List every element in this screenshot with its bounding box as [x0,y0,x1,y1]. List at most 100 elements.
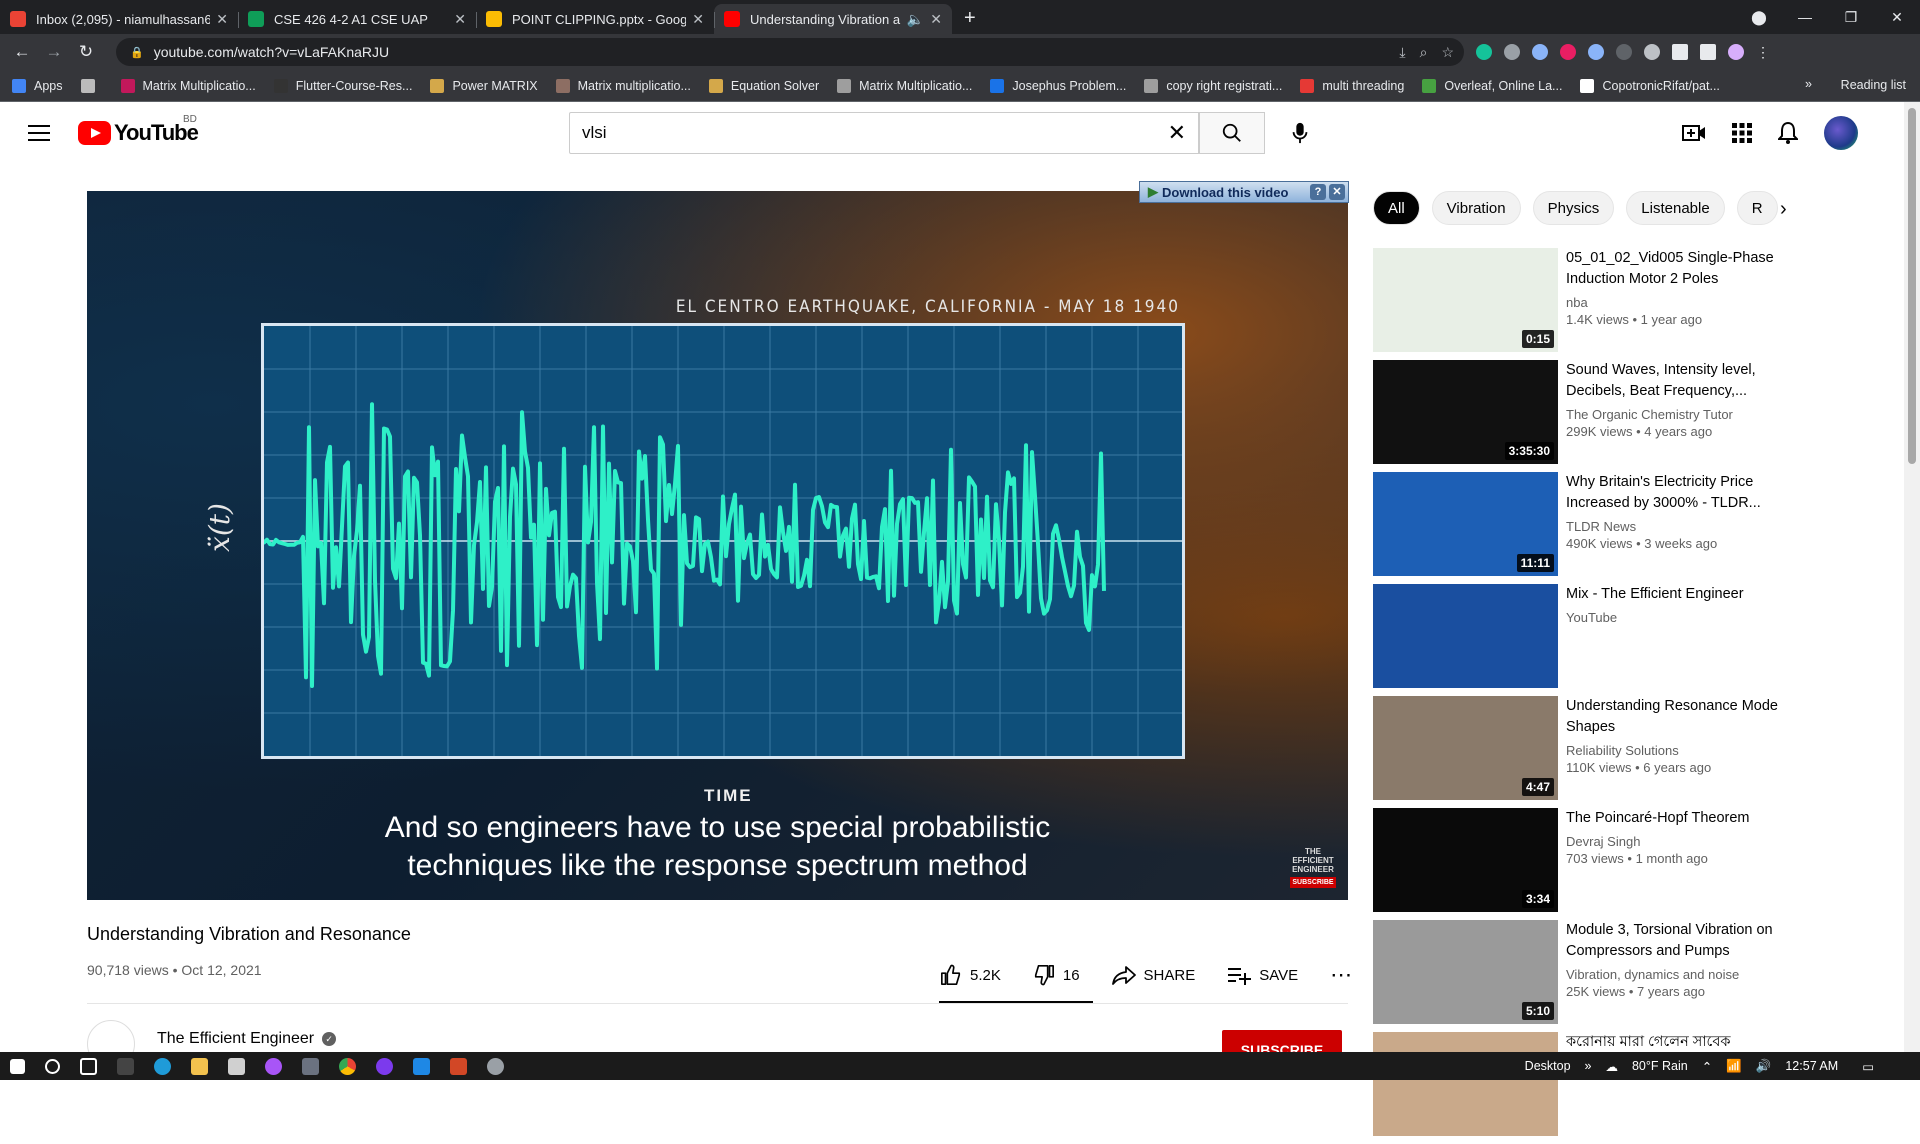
reload-icon[interactable]: ↻ [70,42,102,62]
like-button[interactable]: 5.2K [940,964,1001,986]
desktop-toolbar-label[interactable]: Desktop [1525,1059,1571,1073]
share-button[interactable]: SHARE [1111,965,1195,985]
bookmark-item[interactable]: Power MATRIX [430,78,538,93]
dislike-button[interactable]: 16 [1033,964,1080,986]
channel-name[interactable]: The Efficient Engineer ✓ [157,1030,337,1048]
video-thumbnail[interactable] [1373,1032,1558,1136]
calculator-icon[interactable] [117,1057,134,1075]
forward-icon[interactable]: → [38,42,70,62]
bookmark-item[interactable]: Matrix multiplicatio... [555,78,691,93]
bookmark-item[interactable]: copy right registrati... [1144,78,1282,93]
voice-search-button[interactable] [1282,115,1318,151]
related-video-item[interactable]: 3:34 The Poincaré-Hopf Theorem Devraj Sing… [1373,808,1803,920]
bookmark-item[interactable]: Flutter-Course-Res... [273,78,412,93]
file-explorer-icon[interactable] [191,1057,208,1075]
related-video-item[interactable]: করোনায় মারা গেলেন সাবেক [1373,1032,1803,1144]
video-thumbnail[interactable]: 0:15 [1373,248,1558,352]
help-icon[interactable]: ? [1310,184,1326,200]
pen-extension-icon[interactable] [1644,44,1660,60]
bookmark-item[interactable]: Matrix Multiplicatio... [837,78,972,93]
bookmarks-overflow-icon[interactable]: » [1805,77,1812,91]
filter-chip[interactable]: Vibration [1431,191,1521,225]
related-video-channel[interactable]: Reliability Solutions [1566,743,1796,758]
chevron-right-icon[interactable]: › [1780,198,1787,221]
extension-icon[interactable] [1616,44,1632,60]
filter-chip[interactable]: All [1373,191,1420,225]
close-tab-icon[interactable]: ✕ [216,11,228,28]
bookmark-item[interactable]: Josephus Problem... [990,78,1126,93]
lock-icon[interactable]: 🔒 [130,46,144,59]
media-control-icon[interactable] [1700,44,1716,60]
related-video-title[interactable]: Understanding Resonance Mode Shapes [1566,696,1796,738]
related-video-channel[interactable]: Devraj Singh [1566,834,1796,849]
video-thumbnail[interactable]: 3:35:30 [1373,360,1558,464]
related-video-item[interactable]: 3:35:30 Sound Waves, Intensity level, Dec… [1373,360,1803,472]
extension-icon[interactable] [1560,44,1576,60]
maximize-button[interactable]: ❐ [1828,9,1874,26]
app-icon[interactable] [487,1057,504,1075]
edge-icon[interactable] [154,1057,171,1075]
related-video-channel[interactable]: Vibration, dynamics and noise [1566,967,1796,982]
bookmark-item[interactable]: Matrix Multiplicatio... [120,78,256,93]
page-scrollbar[interactable] [1904,102,1920,1052]
filter-chip[interactable]: Listenable [1626,191,1725,225]
scrollbar-thumb[interactable] [1908,108,1916,464]
save-button[interactable]: SAVE [1227,965,1298,985]
minimize-button[interactable]: — [1782,9,1828,25]
reading-list-button[interactable]: Reading list [1841,78,1906,92]
bookmark-item[interactable]: CopotronicRifat/pat... [1580,78,1720,93]
tray-overflow-icon[interactable]: ⌃ [1702,1059,1712,1074]
bookmark-item[interactable] [80,78,103,93]
related-video-title[interactable]: 05_01_02_Vid005 Single-Phase Induction M… [1566,248,1796,290]
account-avatar[interactable] [1824,116,1858,150]
related-video-item[interactable]: 5:10 Module 3, Torsional Vibration on Com… [1373,920,1803,1032]
powerpoint-icon[interactable] [450,1057,467,1075]
bookmark-item[interactable]: multi threading [1300,78,1404,93]
close-tab-icon[interactable]: ✕ [930,11,942,28]
filter-chip[interactable]: Physics [1532,191,1615,225]
browser-tab[interactable]: CSE 426 4-2 A1 CSE UAP ✕ [238,4,476,34]
bookmark-item[interactable]: Apps [12,78,63,93]
related-video-item[interactable]: Mix - The Efficient Engineer YouTube [1373,584,1803,696]
video-player[interactable]: EL CENTRO EARTHQUAKE, CALIFORNIA - MAY 1… [87,191,1348,900]
github-desktop-icon[interactable] [376,1057,393,1075]
video-thumbnail[interactable]: 4:47 [1373,696,1558,800]
channel-watermark[interactable]: THE EFFICIENT ENGINEER SUBSCRIBE [1290,847,1336,888]
related-video-item[interactable]: 4:47 Understanding Resonance Mode Shapes R… [1373,696,1803,808]
back-icon[interactable]: ← [6,42,38,62]
video-thumbnail[interactable]: 3:34 [1373,808,1558,912]
related-video-title[interactable]: Sound Waves, Intensity level, Decibels, … [1566,360,1796,402]
install-icon[interactable]: ⤓ [1399,44,1405,61]
new-tab-button[interactable]: + [952,7,988,34]
clear-search-icon[interactable]: ✕ [1168,120,1186,146]
mail-icon[interactable] [228,1057,245,1075]
mute-tab-icon[interactable]: 🔈 [907,11,924,28]
weather-text[interactable]: 80°F Rain [1632,1059,1688,1073]
create-video-icon[interactable] [1682,123,1706,143]
related-video-title[interactable]: Module 3, Torsional Vibration on Compres… [1566,920,1796,962]
download-video-bar[interactable]: ▶ Download this video ? ✕ [1139,181,1349,203]
search-input[interactable]: vlsi ✕ [569,112,1199,154]
volume-icon[interactable]: 🔊 [1756,1059,1772,1074]
kebab-menu-icon[interactable]: ⋮ [1756,44,1772,60]
messenger-icon[interactable] [265,1057,282,1075]
close-tab-icon[interactable]: ✕ [454,11,466,28]
menu-icon[interactable] [28,120,50,146]
vscode-icon[interactable] [413,1057,430,1075]
task-view-icon[interactable] [80,1057,97,1075]
browser-tab-active[interactable]: Understanding Vibration and 🔈 ✕ [714,4,952,34]
weather-icon[interactable]: ☁ [1605,1059,1618,1074]
search-circle-icon[interactable] [45,1058,60,1074]
video-thumbnail[interactable]: 5:10 [1373,920,1558,1024]
notifications-icon[interactable]: ▭ [1862,1059,1874,1074]
filter-chip[interactable]: R [1736,191,1778,225]
app-icon[interactable] [302,1057,319,1075]
clock[interactable]: 12:57 AM [1785,1059,1838,1073]
youtube-logo[interactable]: YouTube BD [78,114,199,146]
related-video-title[interactable]: করোনায় মারা গেলেন সাবেক [1566,1032,1796,1053]
more-actions-icon[interactable]: ⋯ [1330,962,1353,988]
related-video-title[interactable]: Why Britain's Electricity Price Increase… [1566,472,1796,514]
extension-icon[interactable] [1532,44,1548,60]
browser-tab[interactable]: POINT CLIPPING.pptx - Google D ✕ [476,4,714,34]
related-video-title[interactable]: The Poincaré-Hopf Theorem [1566,808,1796,829]
